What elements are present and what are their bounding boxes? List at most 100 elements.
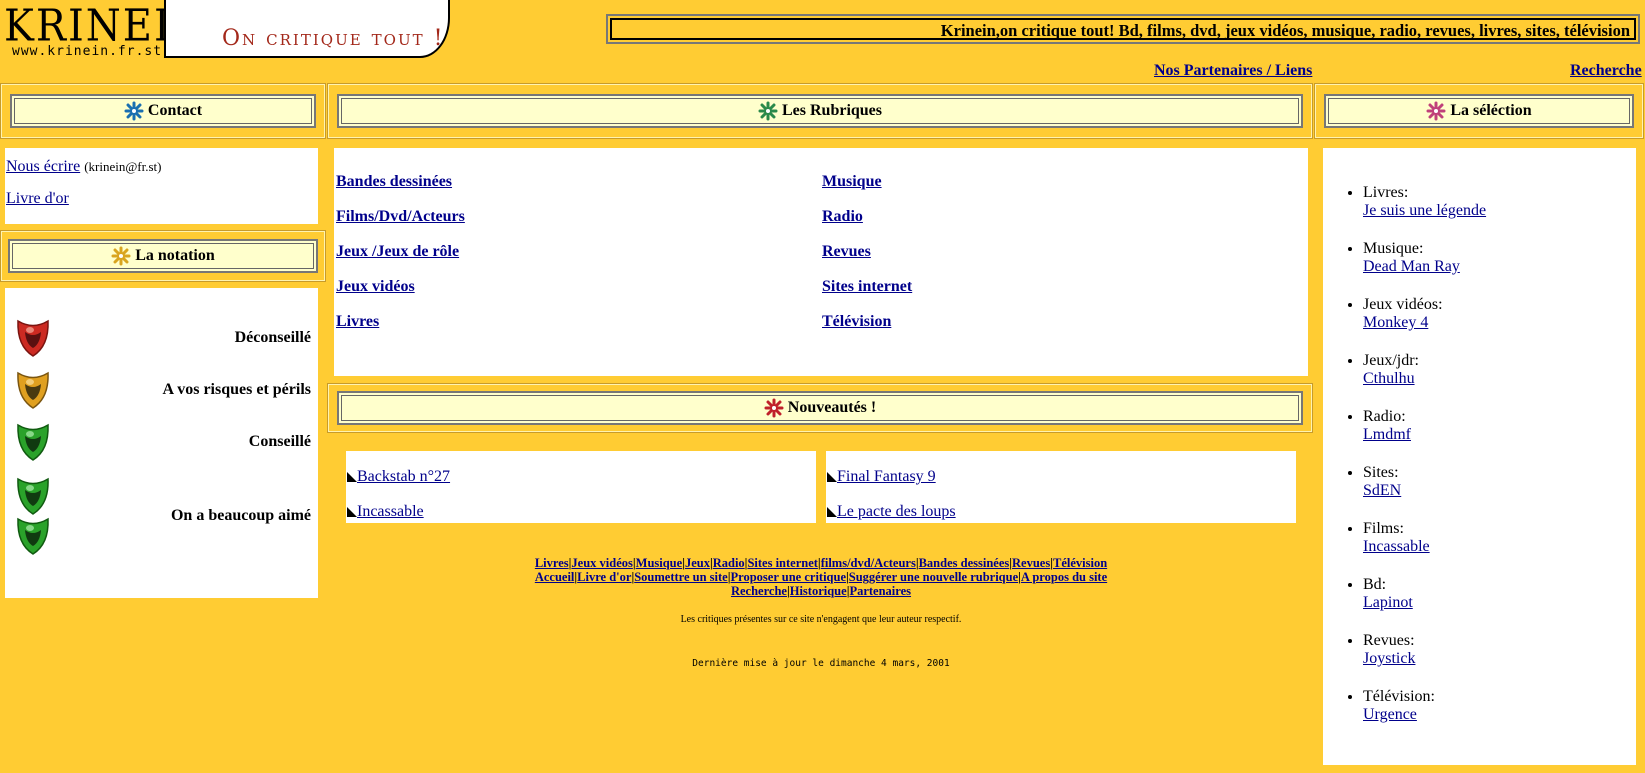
news-link[interactable]: Le pacte des loups	[837, 503, 956, 520]
footer-link[interactable]: Livres	[535, 556, 569, 570]
footer-link[interactable]: Partenaires	[849, 584, 911, 598]
selection-link[interactable]: Je suis une légende	[1363, 202, 1486, 219]
news-link[interactable]: Final Fantasy 9	[837, 468, 936, 485]
rubrique-link[interactable]: Musique	[822, 173, 882, 190]
flower-icon	[764, 398, 784, 418]
footer-line-2: Accueil|Livre d'or|Soumettre un site|Pro…	[334, 570, 1308, 584]
selection-link[interactable]: Incassable	[1363, 538, 1430, 555]
footer-line-1: Livres|Jeux vidéos|Musique|Jeux|Radio|Si…	[334, 556, 1308, 570]
shield-icon	[17, 371, 49, 409]
flower-icon	[1426, 101, 1446, 121]
selection-item: Radio:Lmdmf	[1363, 408, 1636, 444]
disclaimer: Les critiques présentes sur ce site n'en…	[680, 614, 962, 625]
footer-link[interactable]: A propos du site	[1021, 570, 1107, 584]
rating-label: Déconseillé	[234, 329, 311, 346]
selection-category: Livres:	[1363, 184, 1409, 201]
footer-link[interactable]: Revues	[1012, 556, 1050, 570]
selection-item: Films:Incassable	[1363, 520, 1636, 556]
rubrique-link[interactable]: Livres	[336, 313, 379, 330]
footer-link[interactable]: Soumettre un site	[634, 570, 728, 584]
rubrique-link[interactable]: Films/Dvd/Acteurs	[336, 208, 465, 225]
selection-link[interactable]: Lapinot	[1363, 594, 1413, 611]
nouveautes-header: Nouveautés !	[327, 383, 1313, 433]
footer-link[interactable]: films/dvd/Acteurs	[821, 556, 916, 570]
nouveautes-title: Nouveautés !	[787, 399, 877, 416]
selection-category: Télévision:	[1363, 688, 1435, 705]
rubriques-right-column: Musique Radio Revues Sites internet Télé…	[822, 164, 912, 339]
selection-category: Jeux vidéos:	[1363, 296, 1443, 313]
flower-icon	[111, 246, 131, 266]
selection-title: La séléction	[1450, 102, 1532, 119]
shield-icon	[17, 319, 49, 357]
arrow-icon	[827, 472, 837, 482]
rubriques-header: Les Rubriques	[327, 83, 1313, 139]
nouveautes-left-box: Backstab n°27 Incassable	[346, 451, 816, 523]
footer-link[interactable]: Historique	[790, 584, 847, 598]
footer-link[interactable]: Musique	[636, 556, 683, 570]
shield-icon	[17, 477, 49, 515]
footer-link[interactable]: Proposer une critique	[731, 570, 847, 584]
selection-category: Sites:	[1363, 464, 1399, 481]
selection-link[interactable]: Monkey 4	[1363, 314, 1428, 331]
selection-item: Télévision:Urgence	[1363, 688, 1636, 724]
footer-link[interactable]: Jeux vidéos	[571, 556, 632, 570]
rating-label: A vos risques et périls	[162, 381, 311, 398]
rubrique-link[interactable]: Sites internet	[822, 278, 912, 295]
nouveautes-right-box: Final Fantasy 9 Le pacte des loups	[826, 451, 1296, 523]
footer-link[interactable]: Accueil	[535, 570, 575, 584]
rating-label: Conseillé	[248, 433, 311, 450]
footer-link[interactable]: Recherche	[731, 584, 787, 598]
rubriques-left-column: Bandes dessinées Films/Dvd/Acteurs Jeux …	[336, 164, 465, 339]
rating-row: Conseillé	[15, 422, 311, 462]
selection-category: Jeux/jdr:	[1363, 352, 1419, 369]
top-banner: Krinein,on critique tout! Bd, films, dvd…	[606, 14, 1640, 44]
selection-link[interactable]: Joystick	[1363, 650, 1415, 667]
notation-title: La notation	[135, 247, 215, 264]
footer-link[interactable]: Jeux	[685, 556, 710, 570]
selection-list: Livres:Je suis une légende Musique:Dead M…	[1323, 184, 1636, 724]
selection-link[interactable]: Dead Man Ray	[1363, 258, 1460, 275]
arrow-icon	[347, 472, 357, 482]
selection-link[interactable]: Lmdmf	[1363, 426, 1411, 443]
search-link[interactable]: Recherche	[1570, 62, 1642, 80]
arrow-icon	[347, 507, 357, 517]
rubrique-link[interactable]: Télévision	[822, 313, 891, 330]
news-link[interactable]: Backstab n°27	[357, 468, 450, 485]
rubriques-box: Bandes dessinées Films/Dvd/Acteurs Jeux …	[334, 148, 1308, 376]
footer-link[interactable]: Suggérer une nouvelle rubrique	[849, 570, 1018, 584]
rating-row: A vos risques et périls	[15, 370, 311, 410]
selection-category: Bd:	[1363, 576, 1387, 593]
selection-link[interactable]: SdEN	[1363, 482, 1401, 499]
footer-link[interactable]: Radio	[713, 556, 745, 570]
selection-item: Musique:Dead Man Ray	[1363, 240, 1636, 276]
contact-title: Contact	[147, 102, 203, 119]
footer-line-3: Recherche|Historique|Partenaires	[334, 584, 1308, 598]
news-link[interactable]: Incassable	[357, 503, 424, 520]
flower-icon	[758, 101, 778, 121]
footer-link[interactable]: Bandes dessinées	[919, 556, 1010, 570]
rubrique-link[interactable]: Jeux vidéos	[336, 278, 415, 295]
arrow-icon	[827, 507, 837, 517]
rubrique-link[interactable]: Bandes dessinées	[336, 173, 452, 190]
notation-header: La notation	[0, 230, 326, 282]
rating-label: On a beaucoup aimé	[170, 507, 311, 524]
write-us-link[interactable]: Nous écrire	[6, 158, 80, 175]
contact-header: Contact	[0, 83, 326, 139]
selection-item: Revues:Joystick	[1363, 632, 1636, 668]
rubrique-link[interactable]: Revues	[822, 243, 871, 260]
footer-link[interactable]: Télévision	[1053, 556, 1107, 570]
selection-item: Bd:Lapinot	[1363, 576, 1636, 612]
selection-category: Musique:	[1363, 240, 1424, 257]
footer-link[interactable]: Livre d'or	[577, 570, 631, 584]
selection-link[interactable]: Urgence	[1363, 706, 1417, 723]
selection-item: Livres:Je suis une légende	[1363, 184, 1636, 220]
selection-link[interactable]: Cthulhu	[1363, 370, 1415, 387]
selection-category: Radio:	[1363, 408, 1406, 425]
rubrique-link[interactable]: Radio	[822, 208, 863, 225]
selection-item: Jeux vidéos:Monkey 4	[1363, 296, 1636, 332]
rubrique-link[interactable]: Jeux /Jeux de rôle	[336, 243, 459, 260]
partners-link[interactable]: Nos Partenaires / Liens	[1154, 62, 1312, 80]
last-updated: Dernière mise à jour le dimanche 4 mars,…	[692, 658, 950, 669]
footer-link[interactable]: Sites internet	[747, 556, 817, 570]
guestbook-link[interactable]: Livre d'or	[6, 190, 69, 207]
